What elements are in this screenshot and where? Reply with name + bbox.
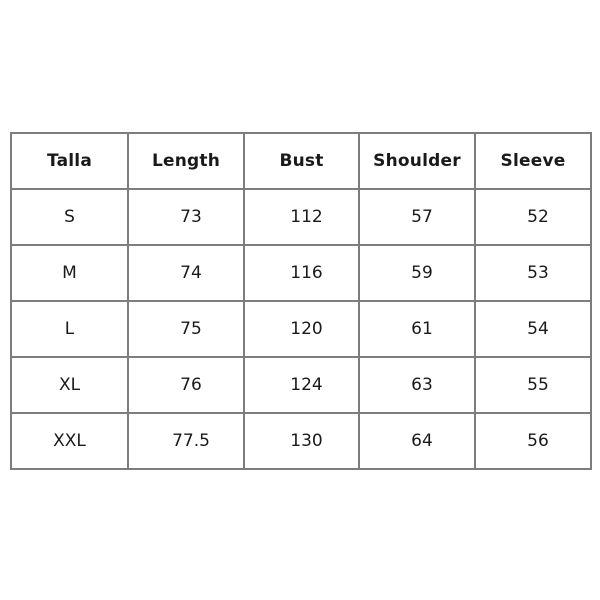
cell-bust: 124 xyxy=(243,356,360,414)
cell-sleeve: 53 xyxy=(474,244,592,302)
column-header-bust: Bust xyxy=(243,132,360,190)
cell-size: S xyxy=(10,188,129,246)
column-header-sleeve: Sleeve xyxy=(474,132,592,190)
column-header-length: Length xyxy=(127,132,245,190)
cell-shoulder: 63 xyxy=(358,356,476,414)
cell-shoulder: 57 xyxy=(358,188,476,246)
table-row: XL 76 124 63 55 xyxy=(10,356,592,414)
table-header-row: Talla Length Bust Shoulder Sleeve xyxy=(10,132,592,190)
cell-sleeve: 55 xyxy=(474,356,592,414)
cell-shoulder: 59 xyxy=(358,244,476,302)
cell-shoulder: 61 xyxy=(358,300,476,358)
cell-length: 75 xyxy=(127,300,245,358)
table-row: S 73 112 57 52 xyxy=(10,188,592,246)
cell-size: XL xyxy=(10,356,129,414)
table-row: M 74 116 59 53 xyxy=(10,244,592,302)
table-body: S 73 112 57 52 M 74 116 59 53 L 75 120 6… xyxy=(10,188,592,470)
cell-bust: 112 xyxy=(243,188,360,246)
cell-size: M xyxy=(10,244,129,302)
cell-bust: 130 xyxy=(243,412,360,470)
table-header: Talla Length Bust Shoulder Sleeve xyxy=(10,132,592,190)
cell-bust: 120 xyxy=(243,300,360,358)
cell-length: 73 xyxy=(127,188,245,246)
cell-bust: 116 xyxy=(243,244,360,302)
cell-size: XXL xyxy=(10,412,129,470)
cell-length: 77.5 xyxy=(127,412,245,470)
cell-sleeve: 54 xyxy=(474,300,592,358)
cell-length: 74 xyxy=(127,244,245,302)
cell-sleeve: 56 xyxy=(474,412,592,470)
cell-length: 76 xyxy=(127,356,245,414)
cell-shoulder: 64 xyxy=(358,412,476,470)
table-row: XXL 77.5 130 64 56 xyxy=(10,412,592,470)
size-chart-table: Talla Length Bust Shoulder Sleeve S 73 1… xyxy=(10,132,592,470)
column-header-talla: Talla xyxy=(10,132,129,190)
cell-sleeve: 52 xyxy=(474,188,592,246)
column-header-shoulder: Shoulder xyxy=(358,132,476,190)
cell-size: L xyxy=(10,300,129,358)
table-row: L 75 120 61 54 xyxy=(10,300,592,358)
size-chart-container: Talla Length Bust Shoulder Sleeve S 73 1… xyxy=(10,132,592,470)
size-chart-page: Talla Length Bust Shoulder Sleeve S 73 1… xyxy=(0,0,600,600)
